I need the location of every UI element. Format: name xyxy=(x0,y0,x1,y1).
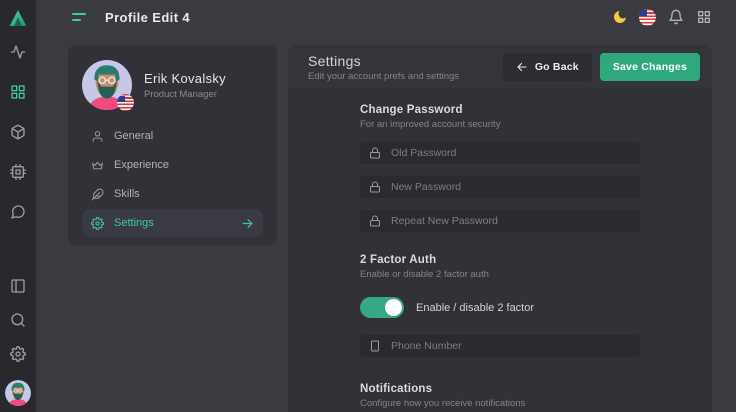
new-password-input[interactable] xyxy=(391,181,631,193)
profile-card: Erik Kovalsky Product Manager General Ex… xyxy=(68,45,277,245)
two-factor-heading: 2 Factor Auth xyxy=(360,254,640,266)
cpu-icon[interactable] xyxy=(10,164,26,180)
two-factor-subheading: Enable or disable 2 factor auth xyxy=(360,269,640,280)
phone-icon xyxy=(369,340,381,352)
phone-number-field[interactable] xyxy=(360,335,640,357)
new-password-field[interactable] xyxy=(360,176,640,198)
grid-dashboard-icon[interactable] xyxy=(10,84,26,100)
rail-user-avatar[interactable] xyxy=(5,380,31,406)
save-changes-label: Save Changes xyxy=(613,61,687,73)
change-password-heading: Change Password xyxy=(360,104,640,116)
hamburger-menu-icon[interactable] xyxy=(72,12,87,22)
menu-item-label: General xyxy=(114,130,153,142)
two-factor-toggle-row: Enable / disable 2 factor xyxy=(360,297,640,318)
repeat-new-password-input[interactable] xyxy=(391,215,631,227)
settings-title: Settings xyxy=(308,53,459,69)
user-icon xyxy=(91,130,104,143)
menu-item-settings[interactable]: Settings xyxy=(82,209,263,237)
bell-icon[interactable] xyxy=(667,9,684,26)
menu-item-label: Skills xyxy=(114,188,140,200)
settings-heading-block: Settings Edit your account prefs and set… xyxy=(308,53,459,82)
dark-mode-moon-icon[interactable] xyxy=(611,9,628,26)
notifications-heading: Notifications xyxy=(360,383,640,395)
activity-icon[interactable] xyxy=(10,44,26,60)
header-actions: Go Back Save Changes xyxy=(503,53,700,81)
feather-icon xyxy=(91,188,104,201)
profile-menu: General Experience Skills Settings xyxy=(82,122,263,237)
icon-rail xyxy=(0,0,36,412)
settings-card-body: Change Password For an improved account … xyxy=(288,90,712,412)
arrow-left-icon xyxy=(516,61,528,73)
menu-item-skills[interactable]: Skills xyxy=(82,180,263,208)
app-logo-icon[interactable] xyxy=(8,8,28,28)
package-icon[interactable] xyxy=(10,124,26,140)
lock-icon xyxy=(369,147,381,159)
phone-number-input[interactable] xyxy=(391,340,631,352)
settings-card: Settings Edit your account prefs and set… xyxy=(288,45,712,412)
settings-subtitle: Edit your account prefs and settings xyxy=(308,71,459,82)
rail-top-group xyxy=(8,8,28,220)
search-icon[interactable] xyxy=(10,312,26,328)
go-back-button[interactable]: Go Back xyxy=(503,53,592,81)
profile-head: Erik Kovalsky Product Manager xyxy=(82,60,263,110)
topbar: Profile Edit 4 xyxy=(36,0,736,34)
content-area: Erik Kovalsky Product Manager General Ex… xyxy=(36,34,736,412)
chat-bubble-icon[interactable] xyxy=(10,204,26,220)
profile-role: Product Manager xyxy=(144,89,226,100)
gear-icon[interactable] xyxy=(10,346,26,362)
settings-form: Change Password For an improved account … xyxy=(360,104,640,409)
topbar-actions xyxy=(611,9,712,26)
arrow-right-icon xyxy=(241,217,254,230)
two-factor-toggle-label: Enable / disable 2 factor xyxy=(416,302,534,314)
profile-avatar xyxy=(82,60,132,110)
apps-grid-icon[interactable] xyxy=(695,9,712,26)
language-us-flag-icon[interactable] xyxy=(639,9,656,26)
old-password-input[interactable] xyxy=(391,147,631,159)
repeat-new-password-field[interactable] xyxy=(360,210,640,232)
rail-nav xyxy=(10,44,26,220)
notifications-subheading: Configure how you receive notifications xyxy=(360,398,640,409)
go-back-label: Go Back xyxy=(535,61,579,73)
old-password-field[interactable] xyxy=(360,142,640,164)
menu-item-label: Experience xyxy=(114,159,169,171)
main-column: Profile Edit 4 Erik Kovalsky Pro xyxy=(36,0,736,412)
menu-item-general[interactable]: General xyxy=(82,122,263,150)
app-window: Profile Edit 4 Erik Kovalsky Pro xyxy=(0,0,736,412)
settings-card-header: Settings Edit your account prefs and set… xyxy=(288,45,712,90)
menu-item-label: Settings xyxy=(114,217,154,229)
crown-icon xyxy=(91,159,104,172)
profile-identity: Erik Kovalsky Product Manager xyxy=(144,71,226,100)
avatar-us-flag-badge xyxy=(117,94,134,111)
save-changes-button[interactable]: Save Changes xyxy=(600,53,700,81)
gear-icon xyxy=(91,217,104,230)
two-factor-toggle[interactable] xyxy=(360,297,404,318)
layout-sidebar-icon[interactable] xyxy=(10,278,26,294)
change-password-subheading: For an improved account security xyxy=(360,119,640,130)
lock-icon xyxy=(369,215,381,227)
page-title: Profile Edit 4 xyxy=(105,10,190,25)
lock-icon xyxy=(369,181,381,193)
profile-name: Erik Kovalsky xyxy=(144,71,226,86)
menu-item-experience[interactable]: Experience xyxy=(82,151,263,179)
rail-bottom-group xyxy=(5,278,31,406)
